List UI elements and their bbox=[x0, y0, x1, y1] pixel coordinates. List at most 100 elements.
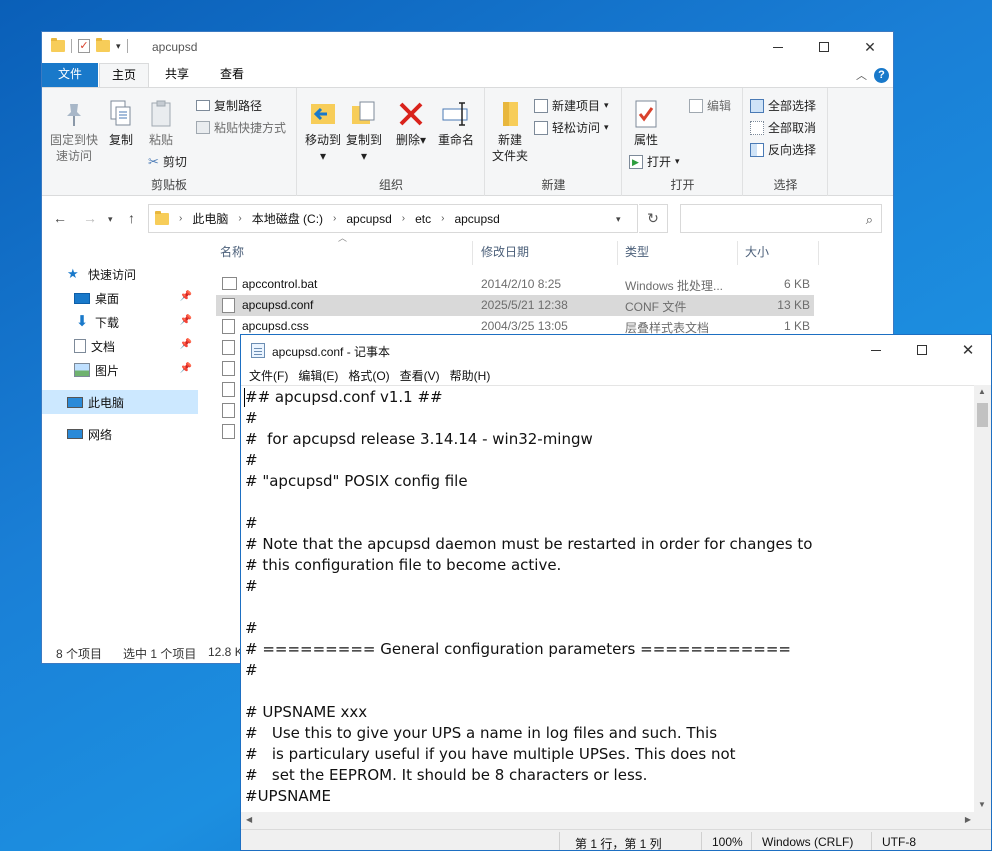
file-type: Windows 批处理... bbox=[625, 279, 724, 293]
column-divider[interactable] bbox=[472, 241, 473, 265]
rename-label: 重命名 bbox=[437, 133, 474, 147]
back-arrow-icon[interactable]: ← bbox=[53, 210, 67, 226]
copy-icon bbox=[105, 98, 137, 130]
column-divider[interactable] bbox=[737, 241, 738, 265]
copy-path-button[interactable]: 复制路径 bbox=[196, 97, 262, 114]
paste-button[interactable]: 粘贴 bbox=[144, 98, 178, 148]
edit-button[interactable]: 编辑 bbox=[689, 97, 731, 114]
column-divider[interactable] bbox=[818, 241, 819, 265]
paste-label: 粘贴 bbox=[148, 133, 173, 147]
nav-network[interactable]: 网络 bbox=[42, 422, 198, 446]
select-all-button[interactable]: 全部选择 bbox=[750, 97, 816, 114]
clipboard-group-label: 剪贴板 bbox=[150, 178, 187, 192]
paste-shortcut-button[interactable]: 粘贴快捷方式 bbox=[196, 119, 286, 136]
vertical-scrollbar[interactable]: ▲ ▼ bbox=[974, 385, 991, 812]
scroll-up-icon[interactable]: ▲ bbox=[978, 387, 986, 396]
column-name[interactable]: 名称 bbox=[220, 237, 244, 267]
nav-downloads[interactable]: ⬇ 下载 📌 bbox=[42, 310, 198, 334]
ribbon-tabs: 文件 主页 共享 查看 bbox=[42, 63, 893, 87]
copy-button[interactable]: 复制 bbox=[104, 98, 138, 148]
column-size[interactable]: 大小 bbox=[745, 237, 769, 267]
invert-selection-button[interactable]: 反向选择 bbox=[750, 141, 816, 158]
recent-locations-icon[interactable]: ▾ bbox=[108, 214, 113, 225]
delete-button[interactable]: 删除▾ bbox=[394, 98, 428, 148]
collapse-ribbon-icon[interactable]: ︿ bbox=[856, 67, 867, 83]
explorer-title-bar[interactable]: ✓ ▾ apcupsd ✕ bbox=[42, 32, 893, 62]
pin-icon[interactable]: 📌 bbox=[180, 339, 192, 350]
maximize-button[interactable] bbox=[899, 335, 945, 365]
copy-to-button[interactable]: 复制到▾ bbox=[344, 98, 384, 164]
sort-ascending-icon: ︿ bbox=[338, 233, 348, 243]
help-icon[interactable]: ? bbox=[874, 68, 889, 83]
up-arrow-icon[interactable]: ↑ bbox=[128, 210, 135, 226]
close-button[interactable]: ✕ bbox=[847, 32, 893, 62]
status-divider bbox=[751, 832, 752, 850]
file-row-selected[interactable]: apcupsd.conf 2025/5/21 12:38 CONF 文件 13 … bbox=[216, 295, 814, 316]
scroll-down-icon[interactable]: ▼ bbox=[978, 800, 986, 809]
open-button[interactable]: ▶ 打开 ▾ bbox=[629, 153, 680, 170]
menu-edit[interactable]: 编辑(E) bbox=[296, 365, 346, 385]
tab-file[interactable]: 文件 bbox=[42, 63, 98, 87]
scroll-left-icon[interactable]: ◀ bbox=[246, 815, 252, 824]
menu-view[interactable]: 查看(V) bbox=[398, 365, 448, 385]
new-folder-quick-icon[interactable] bbox=[96, 38, 110, 52]
new-item-button[interactable]: 新建项目 ▾ bbox=[534, 97, 609, 114]
rename-button[interactable]: 重命名 bbox=[434, 98, 478, 148]
select-none-button[interactable]: 全部取消 bbox=[750, 119, 816, 136]
easy-access-button[interactable]: 轻松访问 ▾ bbox=[534, 119, 609, 136]
menu-format[interactable]: 格式(O) bbox=[346, 365, 397, 385]
properties-quick-icon[interactable]: ✓ bbox=[78, 39, 90, 53]
cut-button[interactable]: ✂ 剪切 bbox=[148, 153, 187, 170]
pin-to-quick-access-button[interactable]: 固定到快 速访问 bbox=[48, 98, 100, 164]
horizontal-scrollbar[interactable]: ◀ ▶ bbox=[241, 812, 976, 829]
breadcrumb-apcupsd-current[interactable]: apcupsd bbox=[454, 212, 499, 226]
nav-this-pc[interactable]: 此电脑 bbox=[42, 390, 198, 414]
customize-toolbar-icon[interactable]: ▾ bbox=[116, 41, 121, 52]
menu-help[interactable]: 帮助(H) bbox=[448, 365, 499, 385]
menu-file[interactable]: 文件(F) bbox=[247, 365, 296, 385]
nav-pictures[interactable]: 图片 📌 bbox=[42, 358, 198, 382]
text-line: # Note that the apcupsd daemon must be r… bbox=[245, 535, 813, 553]
search-input[interactable]: ⌕ bbox=[680, 204, 882, 233]
breadcrumb-apcupsd[interactable]: apcupsd bbox=[346, 212, 391, 226]
file-name: apcupsd.conf bbox=[242, 298, 314, 312]
nav-documents[interactable]: 文档 📌 bbox=[42, 334, 198, 358]
breadcrumb-local-disk[interactable]: 本地磁盘 (C:) bbox=[252, 210, 323, 227]
easy-access-label: 轻松访问 bbox=[552, 121, 601, 135]
tab-home[interactable]: 主页 bbox=[99, 63, 149, 87]
breadcrumb-this-pc[interactable]: 此电脑 bbox=[192, 210, 228, 227]
file-icon bbox=[222, 298, 235, 313]
cut-label: 剪切 bbox=[162, 155, 187, 169]
column-date[interactable]: 修改日期 bbox=[481, 237, 529, 267]
pin-icon[interactable]: 📌 bbox=[180, 363, 192, 374]
file-row[interactable]: apccontrol.bat 2014/2/10 8:25 Windows 批处… bbox=[216, 274, 814, 295]
close-button[interactable]: ✕ bbox=[945, 335, 991, 365]
minimize-button[interactable] bbox=[853, 335, 899, 365]
new-folder-button[interactable]: 新建 文件夹 bbox=[488, 98, 532, 164]
tab-share[interactable]: 共享 bbox=[152, 63, 202, 87]
refresh-button[interactable]: ↻ bbox=[639, 204, 668, 233]
minimize-button[interactable] bbox=[755, 32, 801, 62]
text-editor-area[interactable]: ## apcupsd.conf v1.1 ## # # for apcupsd … bbox=[241, 385, 976, 812]
selected-count: 选中 1 个项目 bbox=[123, 647, 197, 661]
move-to-button[interactable]: 移动到▾ bbox=[304, 98, 342, 164]
rename-icon bbox=[440, 98, 472, 130]
tab-view[interactable]: 查看 bbox=[207, 63, 257, 87]
notepad-status-bar: 第 1 行，第 1 列 100% Windows (CRLF) UTF-8 bbox=[241, 829, 991, 850]
notepad-title-bar[interactable]: apcupsd.conf - 记事本 ✕ bbox=[241, 335, 991, 365]
maximize-button[interactable] bbox=[801, 32, 847, 62]
scroll-right-icon[interactable]: ▶ bbox=[965, 815, 971, 824]
column-type[interactable]: 类型 bbox=[625, 237, 649, 267]
scroll-thumb[interactable] bbox=[977, 403, 988, 427]
pin-icon[interactable]: 📌 bbox=[180, 315, 192, 326]
forward-arrow-icon[interactable]: → bbox=[83, 210, 97, 226]
address-dropdown-icon[interactable]: ▾ bbox=[616, 214, 621, 225]
column-divider[interactable] bbox=[617, 241, 618, 265]
pin-icon[interactable]: 📌 bbox=[180, 291, 192, 302]
nav-quick-access[interactable]: ★ 快速访问 bbox=[42, 262, 198, 286]
nav-desktop[interactable]: 桌面 📌 bbox=[42, 286, 198, 310]
address-bar[interactable]: › 此电脑 › 本地磁盘 (C:) › apcupsd › etc › apcu… bbox=[148, 204, 638, 233]
invert-selection-label: 反向选择 bbox=[768, 143, 817, 157]
properties-button[interactable]: 属性 bbox=[629, 98, 663, 148]
breadcrumb-etc[interactable]: etc bbox=[415, 212, 431, 226]
